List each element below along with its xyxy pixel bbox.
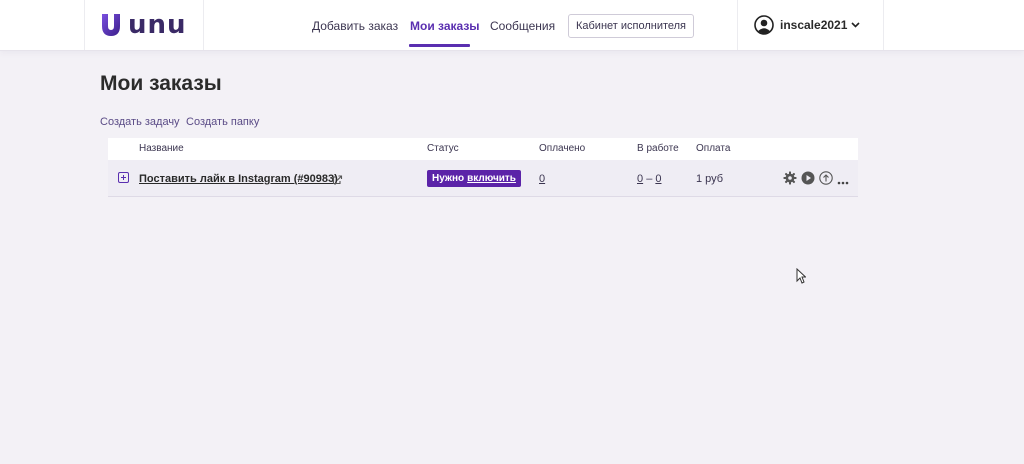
status-badge[interactable]: Нужно включить <box>427 170 521 187</box>
table-row[interactable]: Поставить лайк в Instagram (#90983) Нужн… <box>108 160 858 197</box>
column-paid: Оплачено <box>539 143 586 154</box>
user-menu[interactable]: inscale2021 <box>754 15 860 35</box>
orders-table: Название Статус Оплачено В работе Оплата… <box>108 138 858 198</box>
page-title: Мои заказы <box>100 72 222 95</box>
order-name-link[interactable]: Поставить лайк в Instagram (#90983) <box>139 173 338 185</box>
ext-link-icon[interactable] <box>332 172 343 190</box>
column-in-work: В работе <box>637 143 679 154</box>
row-actions <box>783 171 853 190</box>
logo-mark-icon <box>102 14 120 36</box>
user-icon <box>754 15 774 35</box>
play-icon[interactable] <box>801 171 815 190</box>
executor-cabinet-button[interactable]: Кабинет исполнителя <box>568 14 694 38</box>
active-tab-indicator <box>409 44 470 47</box>
expand-plus-icon[interactable] <box>118 172 129 183</box>
table-header: Название Статус Оплачено В работе Оплата <box>108 138 858 160</box>
create-folder-link[interactable]: Создать папку <box>186 116 259 128</box>
logo-text: unu <box>128 10 187 40</box>
topbar-divider <box>203 0 204 50</box>
in-work-cell: 0 – 0 <box>637 173 662 185</box>
paid-value[interactable]: 0 <box>539 173 545 185</box>
in-work-dash: – <box>646 173 653 185</box>
nav-my-orders[interactable]: Мои заказы <box>410 19 480 33</box>
chevron-down-icon <box>851 22 860 28</box>
in-work-from[interactable]: 0 <box>637 173 643 185</box>
status-text: Нужно <box>432 173 465 184</box>
status-enable-link[interactable]: включить <box>467 173 516 184</box>
create-task-link[interactable]: Создать задачу <box>100 116 180 128</box>
column-name: Название <box>139 143 184 154</box>
column-status: Статус <box>427 143 459 154</box>
top-navigation-bar: unu Добавить заказ Мои заказы Сообщения … <box>0 0 1024 51</box>
more-icon[interactable] <box>837 172 849 190</box>
paid-cell: 0 <box>539 173 545 185</box>
cursor-icon <box>796 267 807 289</box>
gear-icon[interactable] <box>783 171 797 190</box>
nav-add-order[interactable]: Добавить заказ <box>312 19 398 33</box>
column-payment: Оплата <box>696 143 731 154</box>
username: inscale2021 <box>780 18 848 32</box>
upload-icon[interactable] <box>819 171 833 190</box>
topbar-divider <box>737 0 738 50</box>
logo[interactable]: unu <box>100 10 187 40</box>
in-work-to[interactable]: 0 <box>655 173 661 185</box>
nav-messages[interactable]: Сообщения <box>490 19 555 33</box>
payment-value: 1 руб <box>696 173 724 185</box>
